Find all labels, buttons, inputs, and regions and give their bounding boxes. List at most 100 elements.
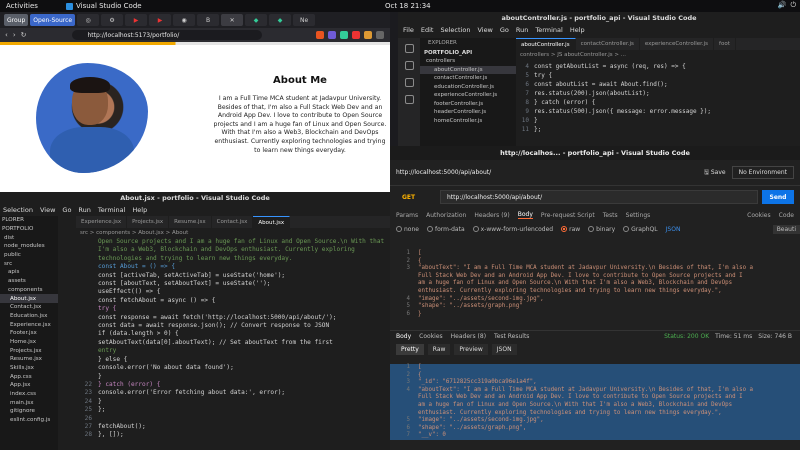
radio-graphql[interactable]: GraphQL bbox=[623, 226, 658, 233]
tab-pretty[interactable]: Pretty bbox=[396, 344, 424, 355]
explorer-item[interactable]: main.jsx bbox=[0, 398, 58, 407]
tab-contact[interactable]: Contact.jsx bbox=[212, 216, 254, 228]
explorer-item[interactable]: Projects.jsx bbox=[0, 346, 58, 355]
tab-group-group[interactable]: Group bbox=[4, 14, 29, 26]
explorer-icon[interactable] bbox=[404, 44, 414, 53]
file-educationcontroller[interactable]: educationController.js bbox=[420, 83, 516, 92]
tab-test-results[interactable]: Test Results bbox=[494, 333, 529, 340]
menu-run[interactable]: Run bbox=[78, 206, 90, 214]
menu-view[interactable]: View bbox=[477, 26, 492, 36]
explorer-item[interactable]: PLORER bbox=[0, 216, 58, 225]
tab-group-open-source[interactable]: Open-Source bbox=[30, 14, 76, 26]
cookies-link[interactable]: Cookies bbox=[747, 212, 771, 219]
menu-go[interactable]: Go bbox=[500, 26, 509, 36]
menu-icon[interactable] bbox=[376, 31, 384, 39]
explorer-item[interactable]: App.jsx bbox=[0, 381, 58, 390]
explorer-item[interactable]: App.css bbox=[0, 372, 58, 381]
browser-tab[interactable]: ▶ bbox=[125, 14, 148, 26]
explorer-item[interactable]: Skills.jsx bbox=[0, 364, 58, 373]
tab-experience[interactable]: Experience.jsx bbox=[76, 216, 128, 228]
explorer-item[interactable]: eslint.config.js bbox=[0, 416, 58, 425]
explorer-item[interactable]: assets bbox=[0, 277, 58, 286]
folder-controllers[interactable]: controllers bbox=[420, 57, 516, 66]
explorer-item[interactable]: Experience.jsx bbox=[0, 320, 58, 329]
tab-response-headers[interactable]: Headers (8) bbox=[451, 333, 486, 340]
tab-params[interactable]: Params bbox=[396, 212, 418, 219]
menu-edit[interactable]: Edit bbox=[421, 26, 434, 36]
tab-settings[interactable]: Settings bbox=[626, 212, 651, 219]
environment-select[interactable]: No Environment bbox=[731, 166, 794, 179]
menu-help[interactable]: Help bbox=[132, 206, 147, 214]
extension-icon[interactable] bbox=[328, 31, 336, 39]
explorer-item[interactable]: apis bbox=[0, 268, 58, 277]
tab-about[interactable]: About.jsx bbox=[253, 216, 291, 228]
back-icon[interactable]: ‹ bbox=[5, 31, 8, 39]
browser-tab[interactable]: ◆ bbox=[245, 14, 268, 26]
debug-icon[interactable] bbox=[404, 95, 414, 104]
breadcrumb[interactable]: controllers > JS aboutController.js > ..… bbox=[520, 52, 626, 58]
system-tray[interactable]: 🔊 ⏻ bbox=[778, 1, 796, 10]
explorer-item[interactable]: About.jsx bbox=[0, 294, 58, 303]
explorer-item[interactable]: src bbox=[0, 259, 58, 268]
explorer-item[interactable]: gitignore bbox=[0, 407, 58, 416]
tab-raw[interactable]: Raw bbox=[427, 344, 451, 355]
project-folder[interactable]: PORTFOLIO_API bbox=[420, 48, 516, 57]
browser-tab[interactable]: ◎ bbox=[77, 14, 100, 26]
menu-selection[interactable]: Selection bbox=[3, 206, 33, 214]
tab-contactcontroller[interactable]: contactController.js bbox=[576, 38, 640, 50]
explorer-item[interactable]: components bbox=[0, 286, 58, 295]
request-name[interactable]: http://localhost:5000/api/about/ bbox=[396, 169, 491, 176]
file-homecontroller[interactable]: homeController.js bbox=[420, 117, 516, 126]
radio-urlencoded[interactable]: x-www-form-urlencoded bbox=[472, 226, 553, 233]
source-control-icon[interactable] bbox=[404, 78, 414, 87]
browser-tab[interactable]: ▶ bbox=[149, 14, 172, 26]
extension-icon[interactable] bbox=[364, 31, 372, 39]
tab-response-cookies[interactable]: Cookies bbox=[419, 333, 443, 340]
menu-file[interactable]: File bbox=[403, 26, 414, 36]
save-button[interactable]: 🖫 Save bbox=[704, 168, 726, 178]
explorer-item[interactable]: Footer.jsx bbox=[0, 329, 58, 338]
extension-icon[interactable] bbox=[340, 31, 348, 39]
tab-tests[interactable]: Tests bbox=[603, 212, 618, 219]
menu-go[interactable]: Go bbox=[62, 206, 71, 214]
explorer-item[interactable]: Education.jsx bbox=[0, 312, 58, 321]
browser-tab[interactable]: ⚙ bbox=[101, 14, 124, 26]
request-body-editor[interactable]: 1[2 {3 "aboutText": "I am a Full Time MC… bbox=[390, 250, 800, 330]
menu-view[interactable]: View bbox=[40, 206, 55, 214]
raw-format-select[interactable]: JSON bbox=[666, 226, 681, 233]
clock[interactable]: Oct 18 21:34 bbox=[385, 2, 431, 10]
file-footercontroller[interactable]: footerController.js bbox=[420, 100, 516, 109]
browser-tab[interactable]: ◆ bbox=[269, 14, 292, 26]
menu-terminal[interactable]: Terminal bbox=[535, 26, 562, 36]
explorer-item[interactable]: dist bbox=[0, 233, 58, 242]
send-button[interactable]: Send bbox=[762, 190, 794, 204]
explorer-item[interactable]: Home.jsx bbox=[0, 338, 58, 347]
file-aboutcontroller[interactable]: aboutController.js bbox=[420, 65, 516, 74]
active-app-label[interactable]: Visual Studio Code bbox=[66, 2, 142, 10]
tab-projects[interactable]: Projects.jsx bbox=[127, 216, 170, 228]
explorer-item[interactable]: Contact.jsx bbox=[0, 303, 58, 312]
radio-none[interactable]: none bbox=[396, 226, 419, 233]
menu-help[interactable]: Help bbox=[570, 26, 585, 36]
search-icon[interactable] bbox=[404, 61, 414, 70]
forward-icon[interactable]: › bbox=[13, 31, 16, 39]
tab-response-body[interactable]: Body bbox=[396, 333, 411, 340]
method-select[interactable]: GET bbox=[396, 194, 436, 201]
url-input[interactable]: http://localhost:5000/api/about/ bbox=[440, 190, 758, 204]
explorer-item[interactable]: index.css bbox=[0, 390, 58, 399]
file-headercontroller[interactable]: headerController.js bbox=[420, 108, 516, 117]
address-bar[interactable]: http://localhost:5173/portfolio/ bbox=[71, 30, 262, 40]
explorer-item[interactable]: Resume.jsx bbox=[0, 355, 58, 364]
explorer-item[interactable]: public bbox=[0, 251, 58, 260]
menu-run[interactable]: Run bbox=[516, 26, 528, 36]
explorer-item[interactable]: node_modules bbox=[0, 242, 58, 251]
menu-selection[interactable]: Selection bbox=[440, 26, 470, 36]
browser-tab[interactable]: B bbox=[197, 14, 220, 26]
brave-shield-icon[interactable] bbox=[316, 31, 324, 39]
file-contactcontroller[interactable]: contactController.js bbox=[420, 74, 516, 83]
tab-footer[interactable]: foot bbox=[714, 38, 736, 50]
beautify-button[interactable]: Beauti bbox=[772, 224, 800, 234]
radio-raw[interactable]: raw bbox=[561, 226, 580, 233]
code-editor[interactable]: Open Source projects and I am a huge fan… bbox=[76, 238, 390, 440]
menu-terminal[interactable]: Terminal bbox=[98, 206, 125, 214]
